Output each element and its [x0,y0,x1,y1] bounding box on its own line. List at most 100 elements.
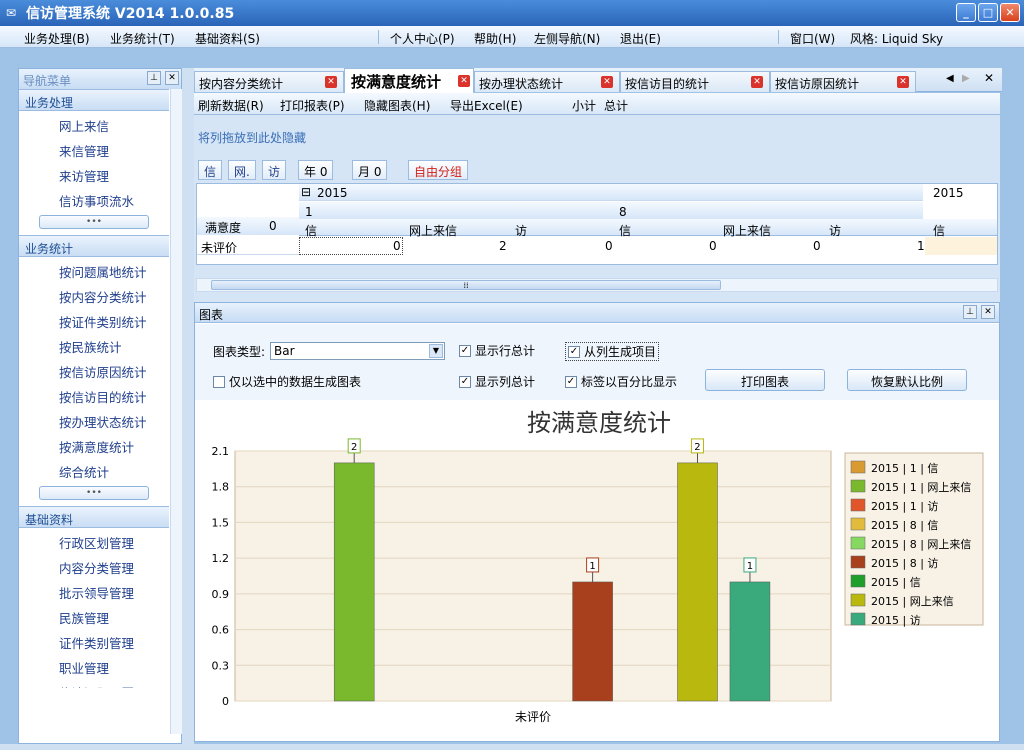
sidebar-item[interactable]: 信访问题原因 [19,678,169,688]
sidebar-item[interactable]: 按满意度统计 [19,432,169,457]
sidebar-item[interactable]: 信访事项流水 [19,186,169,211]
value-cell[interactable]: 0 [709,239,717,253]
sidebar-item[interactable]: 证件类别管理 [19,628,169,653]
reset-scale-button[interactable]: 恢复默认比例 [847,369,967,391]
close-icon[interactable]: ✕ [751,76,763,88]
chart-type-select[interactable]: Bar ▼ [270,342,445,360]
print-report-button[interactable]: 打印报表(P) [280,97,345,114]
value-cell[interactable]: 0 [813,239,821,253]
value-cell[interactable]: 2 [499,239,507,253]
bar [333,462,375,702]
close-icon[interactable]: ✕ [897,76,909,88]
collapse-icon[interactable]: ⊟ [301,185,311,199]
field-button-month[interactable]: 月 0 [352,160,388,180]
minimize-button[interactable]: _ [956,3,976,22]
tab-satisfaction[interactable]: 按满意度统计 ✕ [344,68,474,93]
sidebar-item[interactable]: 内容分类管理 [19,553,169,578]
sidebar-item[interactable]: 按信访目的统计 [19,382,169,407]
sidebar-item[interactable]: 按办理状态统计 [19,407,169,432]
row-label: 未评价 [201,241,238,255]
menu-window[interactable]: 窗口(W) [790,30,835,47]
sidebar-item[interactable]: 按信访原因统计 [19,357,169,382]
close-icon[interactable]: ✕ [981,305,995,319]
section-collapse-handle[interactable]: ••• [39,215,149,229]
scroll-left-icon[interactable]: ◀ [946,73,954,84]
menu-statistics[interactable]: 业务统计(T) [110,30,175,47]
series-from-columns-checkbox[interactable]: ✓ 从列生成项目 [565,342,660,361]
menu-style[interactable]: 风格: Liquid Sky [850,30,943,47]
field-button-year[interactable]: 年 0 [298,160,334,180]
print-chart-button[interactable]: 打印图表 [705,369,825,391]
sidebar-item[interactable]: 按问题属地统计 [19,257,169,282]
checkbox-icon[interactable] [213,375,225,388]
close-icon[interactable]: ✕ [325,76,337,88]
subtotal-button[interactable]: 小计 [572,97,596,114]
field-button-online[interactable]: 网. [228,160,256,180]
drop-hint: 将列拖放到此处隐藏 [198,131,307,145]
year-header: 2015 [317,186,348,200]
hide-chart-button[interactable]: 隐藏图表(H) [364,97,430,114]
menu-help[interactable]: 帮助(H) [474,30,516,47]
pin-icon[interactable]: ⊥ [147,71,161,85]
grid-hscrollbar[interactable]: ⁞⁞ [196,278,998,292]
sidebar-item[interactable]: 按民族统计 [19,332,169,357]
section-basic-data[interactable]: 基础资料 [19,506,169,528]
checkbox-icon[interactable]: ✓ [459,375,471,388]
tab-purpose[interactable]: 按信访目的统计 ✕ [620,71,770,92]
checkbox-icon[interactable]: ✓ [565,375,577,388]
percent-labels-checkbox[interactable]: ✓ 标签以百分比显示 [565,373,677,390]
window-titlebar: ✉ 信访管理系统 V2014 1.0.0.85 _ □ ✕ [0,0,1024,26]
sidebar-item[interactable]: 来信管理 [19,136,169,161]
value-cell[interactable]: 1 [917,239,925,253]
field-button-letter[interactable]: 信 [198,160,223,180]
field-button-visit[interactable]: 访 [262,160,287,180]
close-icon[interactable]: ✕ [458,75,470,87]
checkbox-icon[interactable]: ✓ [459,344,471,357]
close-icon[interactable]: ✕ [601,76,613,88]
checkbox-icon[interactable]: ✓ [568,345,580,358]
section-statistics[interactable]: 业务统计 [19,235,169,257]
value-cell[interactable] [925,237,997,255]
menu-exit[interactable]: 退出(E) [620,30,661,47]
show-column-total-checkbox[interactable]: ✓ 显示列总计 [459,373,535,390]
close-icon[interactable]: ✕ [984,71,994,85]
sidebar-item[interactable]: 网上来信 [19,111,169,136]
section-business[interactable]: 业务处理 [19,89,169,111]
tab-process-status[interactable]: 按办理状态统计 ✕ [474,71,620,92]
tab-content-category[interactable]: 按内容分类统计 ✕ [194,71,344,92]
sidebar-splitter[interactable] [182,68,194,744]
scroll-right-icon[interactable]: ▶ [962,73,970,84]
tab-reason[interactable]: 按信访原因统计 ✕ [770,71,916,92]
menu-personal[interactable]: 个人中心(P) [390,30,455,47]
scroll-thumb[interactable]: ⁞⁞ [211,280,721,290]
sidebar-item[interactable]: 按内容分类统计 [19,282,169,307]
sidebar-item[interactable]: 来访管理 [19,161,169,186]
refresh-button[interactable]: 刷新数据(R) [198,97,264,114]
value-cell[interactable]: 0 [393,239,401,253]
menu-business[interactable]: 业务处理(B) [24,30,90,47]
bar [729,581,771,702]
chevron-down-icon[interactable]: ▼ [429,344,443,358]
selected-cell[interactable] [299,237,403,255]
menu-left-nav[interactable]: 左侧导航(N) [534,30,600,47]
maximize-button[interactable]: □ [978,3,998,22]
checkbox-label: 显示列总计 [475,375,536,389]
close-button[interactable]: ✕ [1000,3,1020,22]
value-cell[interactable]: 0 [605,239,613,253]
sidebar-item[interactable]: 按证件类别统计 [19,307,169,332]
free-group-button[interactable]: 自由分组 [408,160,469,180]
close-icon[interactable]: ✕ [165,71,179,85]
show-row-total-checkbox[interactable]: ✓ 显示行总计 [459,342,535,359]
section-collapse-handle[interactable]: ••• [39,486,149,500]
pin-icon[interactable]: ⊥ [963,305,977,319]
sidebar-item[interactable]: 行政区划管理 [19,528,169,553]
selected-only-checkbox[interactable]: 仅以选中的数据生成图表 [213,373,361,390]
sidebar-item[interactable]: 批示领导管理 [19,578,169,603]
export-excel-button[interactable]: 导出Excel(E) [450,97,523,114]
total-button[interactable]: 总计 [604,97,628,114]
sidebar-item[interactable]: 综合统计 [19,457,169,482]
legend-entry: 2015 | 8 | 访 [871,557,938,570]
sidebar-item[interactable]: 职业管理 [19,653,169,678]
menu-basic-data[interactable]: 基础资料(S) [195,30,260,47]
sidebar-item[interactable]: 民族管理 [19,603,169,628]
